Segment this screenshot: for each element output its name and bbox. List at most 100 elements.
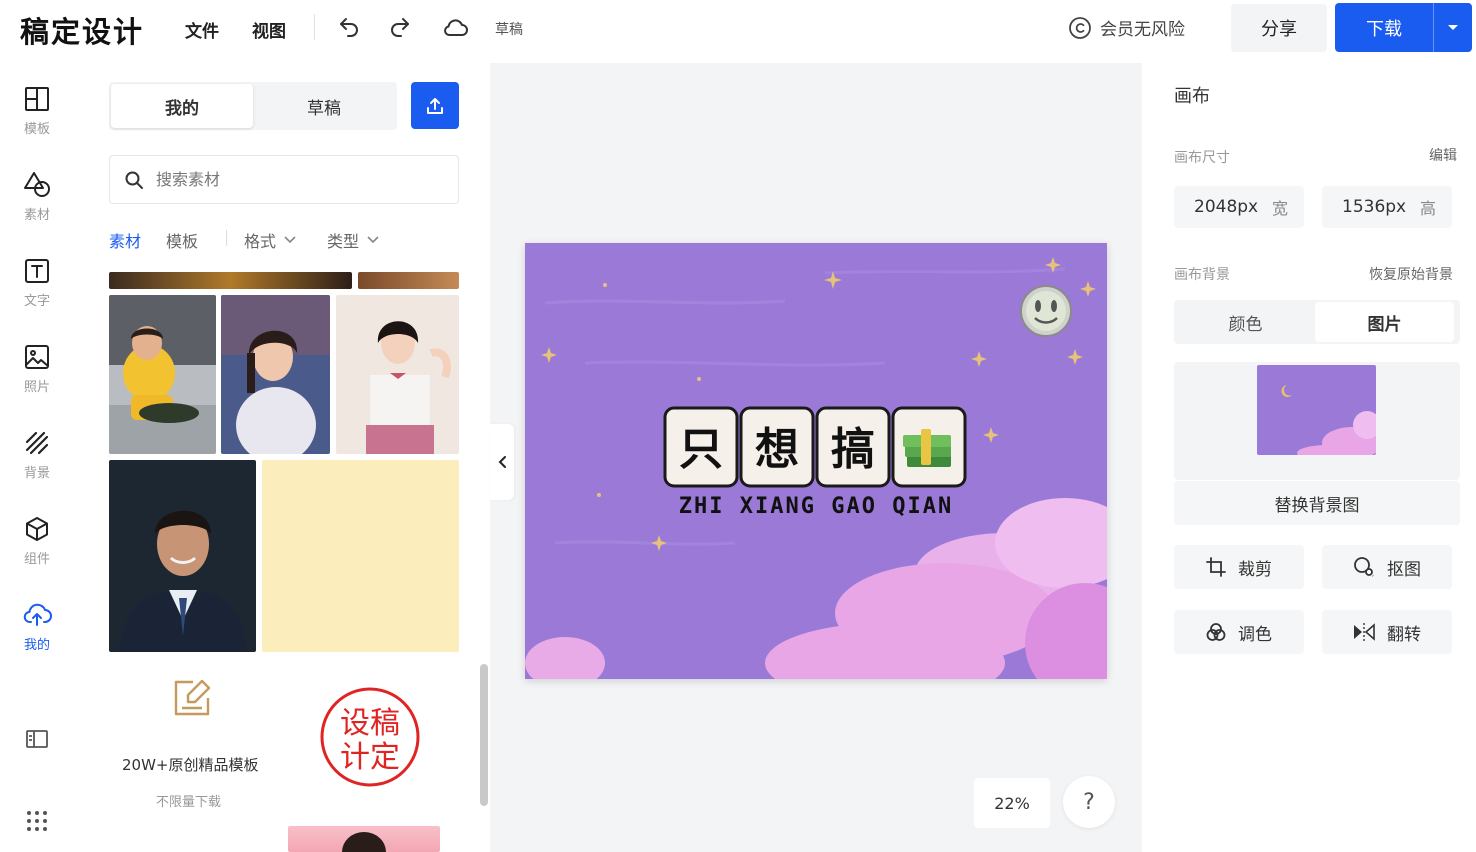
panel-title: 画布 xyxy=(1174,86,1210,107)
material-thumbnail[interactable] xyxy=(358,272,459,289)
tab-color[interactable]: 颜色 xyxy=(1176,302,1315,342)
cloud-upload-icon xyxy=(22,600,52,630)
bg-preview-thumbnail[interactable] xyxy=(1257,365,1376,455)
bg-preview-area xyxy=(1174,362,1460,480)
tab-mine[interactable]: 我的 xyxy=(111,84,253,128)
photo-thumbnail-student[interactable] xyxy=(336,295,459,454)
cutout-icon xyxy=(1354,557,1374,577)
chevron-down-icon xyxy=(284,236,296,244)
height-field[interactable]: 1536px 高 xyxy=(1322,186,1452,228)
stripes-icon xyxy=(22,428,52,458)
rail-item-label: 照片 xyxy=(23,380,50,395)
redo-icon[interactable] xyxy=(385,12,415,42)
image-icon xyxy=(22,342,52,372)
title-char-3: 搞 xyxy=(831,424,875,475)
filter-format-label: 格式 xyxy=(244,232,277,251)
rail-item-label: 背景 xyxy=(23,466,50,481)
search-icon xyxy=(125,171,143,189)
chevron-left-icon xyxy=(498,456,506,468)
brand-seal[interactable]: 设稿 计定 xyxy=(319,686,421,788)
promo-title[interactable]: 20W+原创精品模板 xyxy=(122,754,259,775)
crop-icon xyxy=(1206,557,1226,577)
title-char-2: 想 xyxy=(755,424,799,475)
title-char-1: 只 xyxy=(679,424,723,475)
adjust-color-label: 调色 xyxy=(1238,624,1272,645)
rail-item-material[interactable]: 素材 xyxy=(0,170,74,240)
layout-icon xyxy=(22,84,52,114)
menu-file[interactable]: 文件 xyxy=(185,17,219,42)
cloud-icon[interactable] xyxy=(440,12,470,42)
tab-image[interactable]: 图片 xyxy=(1315,302,1454,342)
search-box[interactable] xyxy=(109,155,459,204)
photo-thumbnail-man[interactable] xyxy=(109,460,256,652)
bg-type-switch: 颜色 图片 xyxy=(1174,300,1460,344)
material-thumbnail[interactable] xyxy=(109,272,352,289)
zoom-level[interactable]: 22% xyxy=(974,778,1050,828)
seal-text-bottom: 计定 xyxy=(340,740,400,775)
replace-bg-button[interactable]: 替换背景图 xyxy=(1174,481,1460,525)
cutout-label: 抠图 xyxy=(1387,559,1421,580)
upload-icon xyxy=(427,97,443,114)
rail-item-component[interactable]: 组件 xyxy=(0,514,74,584)
panel-scrollbar[interactable] xyxy=(480,664,488,806)
artboard-subtitle: ZHI XIANG GAO QIAN xyxy=(679,494,953,519)
undo-icon[interactable] xyxy=(334,12,364,42)
tab-draft[interactable]: 草稿 xyxy=(253,84,395,128)
help-button[interactable]: ? xyxy=(1063,776,1115,828)
width-field[interactable]: 2048px 宽 xyxy=(1174,186,1304,228)
edit-size-link[interactable]: 编辑 xyxy=(1429,145,1457,165)
canvas-bg-label: 画布背景 xyxy=(1174,267,1230,283)
rail-item-label: 组件 xyxy=(23,552,50,567)
adjust-color-button[interactable]: 调色 xyxy=(1174,610,1304,654)
filter-format[interactable]: 格式 xyxy=(244,228,296,252)
material-thumbnail-partial[interactable] xyxy=(288,826,440,852)
seal-text-top: 设稿 xyxy=(340,706,400,741)
height-value: 1536px xyxy=(1342,197,1407,217)
artboard-graphic: 只 想 搞 ZHI XIANG GAO QIAN xyxy=(525,243,1107,679)
design-artboard[interactable]: 只 想 搞 ZHI XIANG GAO QIAN xyxy=(525,243,1107,679)
height-unit: 高 xyxy=(1419,199,1436,218)
vip-text: 会员无风险 xyxy=(1100,20,1185,40)
filter-divider xyxy=(226,230,227,246)
edit-template-icon[interactable] xyxy=(172,676,214,718)
restore-bg-link[interactable]: 恢复原始背景 xyxy=(1369,264,1453,284)
filter-type-label: 类型 xyxy=(327,232,360,251)
filter-material[interactable]: 素材 xyxy=(109,228,141,252)
rail-item-template[interactable]: 模板 xyxy=(0,84,74,154)
copyright-icon xyxy=(1069,16,1091,39)
top-bar: 稿定设计 文件 视图 草稿 会员无风险 分享 下载 xyxy=(0,0,1476,56)
grid-dots-icon[interactable] xyxy=(22,806,52,836)
cutout-button[interactable]: 抠图 xyxy=(1322,545,1452,589)
download-button[interactable]: 下载 xyxy=(1335,3,1472,52)
palette-icon xyxy=(1206,623,1226,641)
photo-thumbnail-girl[interactable] xyxy=(221,295,330,454)
rail-item-mine[interactable]: 我的 xyxy=(0,600,74,670)
collapse-panel-button[interactable] xyxy=(490,424,514,500)
flip-button[interactable]: 翻转 xyxy=(1322,610,1452,654)
rail-item-text[interactable]: 文字 xyxy=(0,256,74,326)
share-button[interactable]: 分享 xyxy=(1231,4,1327,52)
app-logo[interactable]: 稿定设计 xyxy=(20,9,144,51)
rail-item-photo[interactable]: 照片 xyxy=(0,342,74,412)
width-unit: 宽 xyxy=(1271,199,1288,218)
filter-type[interactable]: 类型 xyxy=(327,228,379,252)
flip-label: 翻转 xyxy=(1387,624,1421,645)
rail-item-label: 我的 xyxy=(23,638,50,653)
material-thumbnail-cream[interactable] xyxy=(262,460,459,652)
filter-bar: 素材 模板 格式 类型 xyxy=(109,228,459,251)
caret-down-icon[interactable] xyxy=(1434,3,1472,52)
filter-template[interactable]: 模板 xyxy=(166,228,198,252)
material-panel: 我的 草稿 素材 模板 格式 类型 xyxy=(74,56,490,852)
vip-notice[interactable]: 会员无风险 xyxy=(1068,15,1185,40)
upload-button[interactable] xyxy=(411,82,459,129)
download-label[interactable]: 下载 xyxy=(1335,3,1433,52)
smiley-badge xyxy=(1020,285,1072,337)
panel-toggle-icon[interactable] xyxy=(22,724,52,754)
photo-thumbnail-child[interactable] xyxy=(109,295,216,454)
crop-button[interactable]: 裁剪 xyxy=(1174,545,1304,589)
search-input[interactable] xyxy=(156,170,436,189)
rail-item-background[interactable]: 背景 xyxy=(0,428,74,498)
properties-panel: 画布 画布尺寸 编辑 2048px 宽 1536px 高 画布背景 恢复原始背景… xyxy=(1143,56,1476,852)
menu-view[interactable]: 视图 xyxy=(252,17,286,42)
mine-draft-switch: 我的 草稿 xyxy=(109,82,397,130)
